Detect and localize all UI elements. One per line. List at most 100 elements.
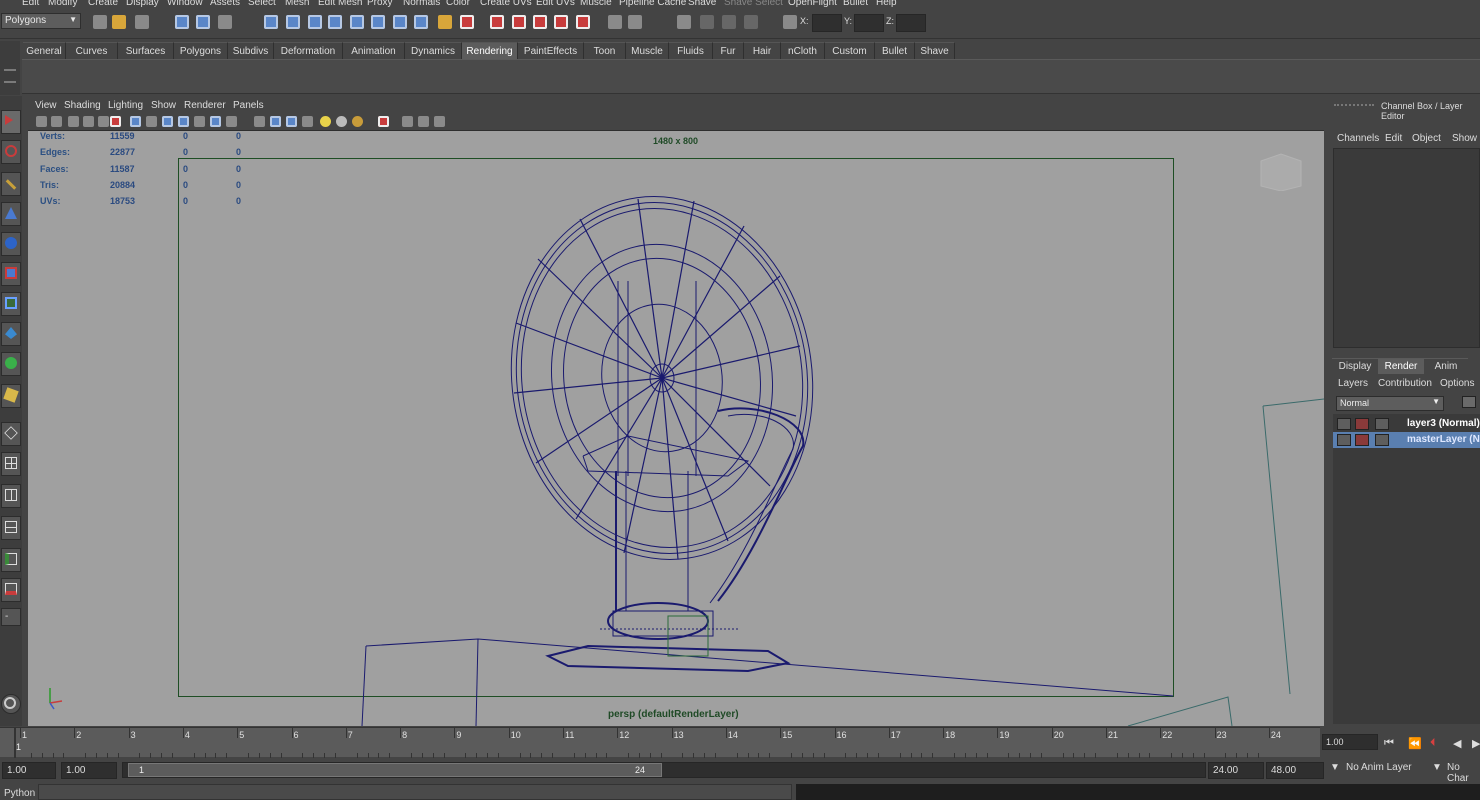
renderable-toggle-icon[interactable] [1337, 418, 1351, 430]
recycle-toggle-icon[interactable] [1355, 418, 1369, 430]
shelf-tab-dynamics[interactable]: Dynamics [405, 42, 462, 59]
pick-curves-icon[interactable] [328, 15, 342, 29]
command-language-label[interactable]: Python [4, 788, 35, 799]
wireframe-on-shaded-icon[interactable] [286, 116, 297, 127]
textured-icon[interactable] [302, 116, 313, 127]
step-back-icon[interactable]: ⏪ [1408, 737, 1422, 750]
input-ops-icon[interactable] [608, 15, 622, 29]
chevron-down-icon[interactable]: ▼ [1330, 762, 1340, 773]
shelf-tab-toon[interactable]: Toon [584, 42, 626, 59]
grip-icon[interactable] [1334, 104, 1374, 108]
x-field[interactable] [812, 14, 842, 32]
high-quality-icon[interactable] [352, 116, 363, 127]
pick-handles-icon[interactable] [286, 15, 300, 29]
safe-title-icon[interactable] [226, 116, 237, 127]
collapse-toolbox-button[interactable]: - [1, 608, 21, 626]
channel-box-area[interactable] [1333, 148, 1480, 348]
range-slider-handle[interactable]: 1 24 [128, 763, 662, 777]
make-live-icon[interactable] [576, 15, 590, 29]
z-field[interactable] [896, 14, 926, 32]
camera-select-icon[interactable] [36, 116, 47, 127]
isolate-select-icon[interactable] [378, 116, 389, 127]
last-tool-button[interactable] [1, 384, 21, 408]
menu-select[interactable]: Select [248, 0, 276, 8]
anim-start-field[interactable]: 1.00 [61, 762, 117, 779]
blend-mode-select[interactable]: Normal ▼ [1336, 396, 1444, 411]
highlight-selection-icon[interactable] [460, 15, 474, 29]
xray-joints-icon[interactable] [418, 116, 429, 127]
panel-menu-view[interactable]: View [35, 100, 57, 111]
shelf-tab-surfaces[interactable]: Surfaces [118, 42, 174, 59]
shelf-tab-custom[interactable]: Custom [825, 42, 875, 59]
menu-create-uvs[interactable]: Create UVs [480, 0, 532, 8]
menu-openflight[interactable]: OpenFlight [788, 0, 837, 8]
pick-mask-icon[interactable] [264, 15, 278, 29]
shelf-tab-subdivs[interactable]: Subdivs [228, 42, 274, 59]
new-layer-icon[interactable] [1462, 396, 1476, 408]
two-d-pan-icon[interactable] [98, 116, 109, 127]
time-cursor[interactable] [14, 728, 16, 758]
menu-edit[interactable]: Edit [22, 0, 39, 8]
view-cube[interactable] [1256, 151, 1306, 191]
le-menu-contribution[interactable]: Contribution [1378, 378, 1432, 389]
panel-menu-renderer[interactable]: Renderer [184, 100, 226, 111]
shelf-handle[interactable] [0, 41, 20, 95]
snap-grid-icon[interactable] [490, 15, 504, 29]
attributes-toggle-icon[interactable] [1375, 434, 1389, 446]
anim-layer-select[interactable]: No Anim Layer [1346, 762, 1412, 773]
menu-color[interactable]: Color [446, 0, 470, 8]
shelf-tab-bullet[interactable]: Bullet [875, 42, 915, 59]
shelf-tab-painteffects[interactable]: PaintEffects [518, 42, 584, 59]
layer-row[interactable]: layer3 (Normal) [1333, 416, 1480, 432]
persp-viewport[interactable]: Verts: 11559 0 0 Edges: 22877 0 0 Faces:… [28, 131, 1324, 726]
shelf-tab-muscle[interactable]: Muscle [626, 42, 669, 59]
show-manipulator-button[interactable] [1, 352, 21, 376]
play-forward-icon[interactable]: ▶ [1472, 737, 1480, 750]
render-current-icon[interactable] [700, 15, 714, 29]
bookmark-icon[interactable] [68, 116, 79, 127]
select-component-icon[interactable] [218, 15, 232, 29]
shelf-tab-ncloth[interactable]: nCloth [781, 42, 825, 59]
cb-menu-object[interactable]: Object [1412, 133, 1441, 144]
cb-menu-channels[interactable]: Channels [1337, 133, 1379, 144]
menu-mesh[interactable]: Mesh [285, 0, 309, 8]
move-tool-button[interactable] [1, 202, 21, 226]
tab-anim[interactable]: Anim [1424, 358, 1468, 374]
menu-display[interactable]: Display [126, 0, 159, 8]
layout-four-button[interactable] [1, 452, 21, 476]
gate-mask-icon[interactable] [178, 116, 189, 127]
scale-tool-button[interactable] [1, 262, 21, 286]
menu-edit-uvs[interactable]: Edit UVs [536, 0, 575, 8]
command-input[interactable] [38, 784, 792, 800]
play-backward-icon[interactable]: ◀ [1453, 737, 1461, 750]
shelf-tab-animation[interactable]: Animation [343, 42, 405, 59]
layout-single-button[interactable] [1, 422, 21, 446]
manipulator-tool-button[interactable] [1, 292, 21, 316]
tab-display[interactable]: Display [1332, 358, 1378, 374]
menu-shave[interactable]: Shave [688, 0, 716, 8]
render-settings-icon[interactable] [744, 15, 758, 29]
menu-help[interactable]: Help [876, 0, 897, 8]
shelf-tab-polygons[interactable]: Polygons [174, 42, 228, 59]
pick-deformations-icon[interactable] [371, 15, 385, 29]
grid-toggle-icon[interactable] [130, 116, 141, 127]
menu-bullet[interactable]: Bullet [843, 0, 868, 8]
lock-selection-icon[interactable] [438, 15, 452, 29]
pick-surfaces-icon[interactable] [350, 15, 364, 29]
panel-menu-panels[interactable]: Panels [233, 100, 264, 111]
end-time-field[interactable]: 48.00 [1266, 762, 1324, 779]
paint-select-tool-button[interactable] [1, 172, 21, 196]
absolute-transform-icon[interactable] [783, 15, 797, 29]
menu-pipeline-cache[interactable]: Pipeline Cache [619, 0, 686, 8]
xray-components-icon[interactable] [434, 116, 445, 127]
attributes-toggle-icon[interactable] [1375, 418, 1389, 430]
menu-normals[interactable]: Normals [403, 0, 440, 8]
resolution-gate-icon[interactable] [162, 116, 173, 127]
tab-render[interactable]: Render [1378, 358, 1424, 374]
layout-graph-button[interactable] [1, 578, 21, 602]
xray-icon[interactable] [402, 116, 413, 127]
shelf-tab-curves[interactable]: Curves [66, 42, 118, 59]
recycle-toggle-icon[interactable] [1355, 434, 1369, 446]
cb-menu-edit[interactable]: Edit [1385, 133, 1402, 144]
panel-menu-show[interactable]: Show [151, 100, 176, 111]
